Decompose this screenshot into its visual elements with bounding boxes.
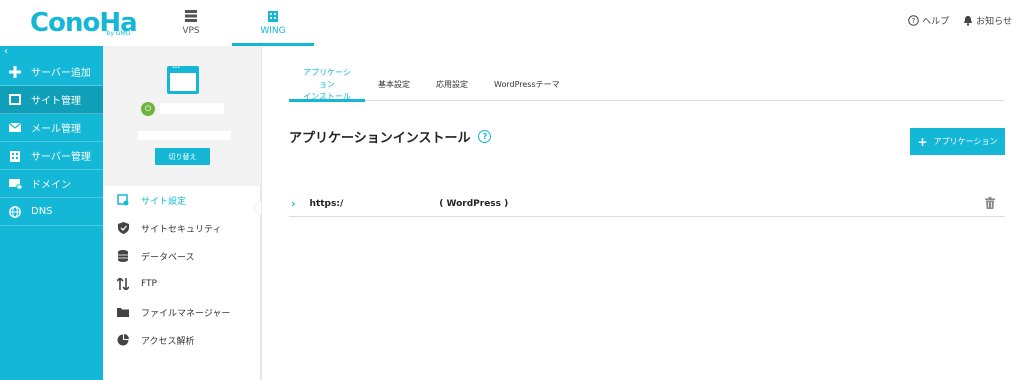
site-panel: ⏻ 切り替え: [103, 46, 261, 186]
collapse-sidebar-button[interactable]: ‹: [0, 46, 103, 58]
sub-item-label: サイト設定: [141, 196, 187, 207]
tab-vps[interactable]: VPS: [150, 0, 232, 46]
plus-icon: +: [917, 134, 928, 149]
chevron-right-icon[interactable]: ›: [291, 197, 296, 210]
notice-link[interactable]: お知らせ: [963, 14, 1012, 27]
sub-item-label: ファイルマネージャー: [141, 308, 231, 319]
pie-icon: [117, 334, 129, 346]
logo-sub: by GMO: [106, 30, 131, 37]
tab-label-line1: アプリケーション: [303, 67, 351, 89]
tab-wing[interactable]: WING: [232, 0, 314, 46]
server-icon: [185, 10, 197, 22]
tab-vps-label: VPS: [182, 26, 200, 36]
sub-item-site-settings[interactable]: サイト設定: [103, 186, 260, 214]
app-type: ( WordPress ): [439, 198, 509, 209]
sidebar-item-label: DNS: [31, 206, 53, 217]
help-link[interactable]: ? ヘルプ: [908, 14, 949, 27]
sidebar-item-server-management[interactable]: サーバー管理: [0, 142, 103, 170]
tab-wing-label: WING: [260, 26, 286, 36]
sub-item-label: FTP: [141, 279, 157, 289]
transfer-icon: [117, 278, 129, 290]
sub-item-file-manager[interactable]: ファイルマネージャー: [103, 298, 260, 326]
help-icon: ?: [908, 15, 919, 26]
sub-item-label: サイトセキュリティ: [141, 224, 222, 235]
tab-label-line2: インストール: [303, 91, 351, 101]
settings-tabs: アプリケーションインストール 基本設定 応用設定 WordPressテーマ: [289, 67, 1005, 103]
sub-item-label: アクセス解析: [141, 336, 195, 347]
active-caret: [253, 200, 261, 216]
site-window-icon: [167, 65, 199, 94]
plus-icon: [8, 65, 22, 79]
top-nav: VPS WING: [150, 0, 314, 46]
help-circle-icon[interactable]: ?: [478, 130, 492, 143]
building-icon: [8, 149, 22, 163]
bell-icon: [964, 16, 973, 26]
sidebar-item-site-management[interactable]: サイト管理: [0, 86, 103, 114]
sidebar-item-label: ドメイン: [31, 180, 71, 191]
switch-button[interactable]: 切り替え: [155, 148, 210, 165]
add-application-button[interactable]: + アプリケーション: [910, 128, 1005, 155]
help-label: ヘルプ: [922, 17, 950, 27]
app-url: https:/: [309, 198, 344, 209]
window-icon: [8, 93, 22, 107]
svg-text:?: ?: [912, 17, 916, 25]
folder-icon: [117, 306, 129, 318]
sidebar-item-mail-management[interactable]: メール管理: [0, 114, 103, 142]
sidebar-item-add-server[interactable]: サーバー追加: [0, 58, 103, 86]
shield-icon: [117, 222, 129, 234]
header-links: ? ヘルプ お知らせ: [908, 14, 1012, 27]
site-name-field: [160, 103, 224, 114]
add-application-label: アプリケーション: [933, 137, 998, 146]
tab-app-install-label: アプリケーションインストール: [302, 67, 352, 103]
tab-wordpress-theme[interactable]: WordPressテーマ: [481, 68, 573, 101]
domain-icon: [8, 177, 22, 191]
sidebar-item-label: サイト管理: [31, 96, 81, 107]
sidebar-item-label: メール管理: [31, 124, 81, 135]
page-title-text: アプリケーションインストール: [289, 131, 471, 146]
tab-advanced-settings[interactable]: 応用設定: [423, 68, 481, 101]
globe-icon: [8, 205, 22, 219]
sidebar-item-domain[interactable]: ドメイン: [0, 170, 103, 198]
list-item[interactable]: › https:/ ( WordPress ): [289, 191, 1005, 217]
sidebar-item-label: サーバー管理: [31, 152, 91, 163]
database-icon: [117, 250, 129, 262]
sidebar-item-dns[interactable]: DNS: [0, 198, 103, 226]
notice-label: お知らせ: [976, 17, 1012, 27]
sub-item-ftp[interactable]: FTP: [103, 270, 260, 298]
tab-app-install[interactable]: アプリケーションインストール: [289, 67, 365, 103]
sidebar: ‹ サーバー追加 サイト管理 メール管理 サーバー管理 ドメイン DNS: [0, 46, 103, 380]
site-sub-menu: サイト設定 サイトセキュリティ データベース FTP ファイルマネージャー アク…: [103, 186, 261, 380]
building-icon: [268, 11, 278, 22]
app-header: ConoHa by GMO VPS WING ? ヘルプ お知らせ: [0, 0, 1024, 46]
sub-item-site-security[interactable]: サイトセキュリティ: [103, 214, 260, 242]
sub-item-database[interactable]: データベース: [103, 242, 260, 270]
mail-icon: [8, 121, 22, 135]
site-domain-field: [138, 131, 231, 140]
conoha-logo[interactable]: ConoHa by GMO: [30, 8, 138, 38]
trash-icon[interactable]: [985, 197, 995, 209]
sub-item-label: データベース: [141, 252, 195, 263]
tab-basic-settings[interactable]: 基本設定: [365, 68, 423, 101]
main-content: アプリケーション インストール 基本設定 応用設定 WordPressテーマ アプ…: [262, 46, 1024, 380]
settings-icon: [117, 194, 129, 206]
sidebar-item-label: サーバー追加: [31, 68, 91, 79]
power-status-icon: ⏻: [141, 102, 155, 116]
page-title: アプリケーションインストール ?: [289, 127, 492, 146]
sub-item-access-analysis[interactable]: アクセス解析: [103, 326, 260, 354]
